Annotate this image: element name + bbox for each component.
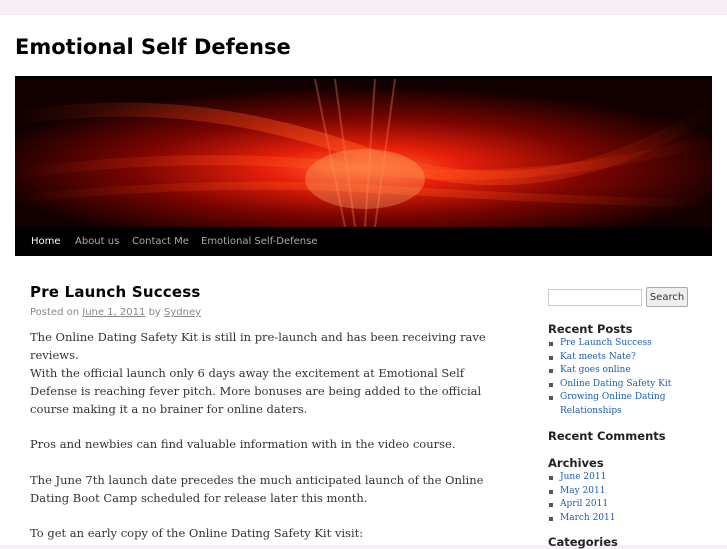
page-wrapper: Emotional Self Defense Home About us Con… [0, 15, 727, 549]
nav-item-home[interactable]: Home [31, 227, 61, 256]
list-item: April 2011 [548, 498, 698, 512]
recent-comments-heading: Recent Comments [548, 429, 666, 443]
list-item: Growing Online Dating Relationships [548, 391, 698, 418]
post-paragraph: Pros and newbies can find valuable infor… [30, 437, 456, 451]
list-item: May 2011 [548, 485, 698, 499]
archive-link[interactable]: March 2011 [560, 513, 616, 523]
bullet-icon [549, 355, 553, 360]
recent-post-link[interactable]: Pre Launch Success [560, 338, 652, 348]
recent-posts-heading: Recent Posts [548, 322, 633, 336]
archive-link[interactable]: April 2011 [560, 499, 608, 509]
archive-link[interactable]: June 2011 [560, 472, 606, 482]
recent-post-link[interactable]: Online Dating Safety Kit [560, 379, 671, 389]
bullet-icon [549, 382, 553, 387]
bullet-icon [549, 369, 553, 373]
nav-item-emotional-self-defense[interactable]: Emotional Self-Defense [201, 227, 318, 256]
post-content: Pre Launch Success Posted on June 1, 201… [30, 283, 500, 540]
archives-heading: Archives [548, 456, 604, 470]
recent-posts-list: Pre Launch Success Kat meets Nate? Kat g… [548, 337, 698, 418]
archives-list: June 2011 May 2011 April 2011 March 2011 [548, 471, 698, 525]
nav-item-contact-me[interactable]: Contact Me [132, 227, 189, 256]
post-paragraph: The Online Dating Safety Kit is still in… [30, 330, 486, 362]
bullet-icon [549, 503, 553, 507]
main-navigation: Home About us Contact Me Emotional Self-… [15, 227, 712, 256]
posted-on-label: Posted on [30, 307, 80, 318]
list-item: Pre Launch Success [548, 337, 698, 351]
bullet-icon [549, 489, 553, 494]
archive-link[interactable]: May 2011 [560, 486, 605, 496]
post-date-link[interactable]: June 1, 2011 [82, 307, 145, 318]
bullet-icon [549, 396, 553, 400]
post-paragraph: To get an early copy of the Online Datin… [30, 526, 364, 540]
post-paragraph: The June 7th launch date precedes the mu… [30, 473, 484, 505]
list-item: Kat meets Nate? [548, 351, 698, 365]
author-link[interactable]: Sydney [164, 307, 201, 318]
list-item: March 2011 [548, 512, 698, 526]
recent-post-link[interactable]: Kat goes online [560, 365, 631, 375]
list-item: Kat goes online [548, 364, 698, 378]
list-item: Online Dating Safety Kit [548, 378, 698, 392]
nav-item-about-us[interactable]: About us [75, 227, 119, 256]
post-paragraph: With the official launch only 6 days awa… [30, 366, 482, 416]
banner-graphic [15, 79, 712, 227]
recent-post-link[interactable]: Growing Online Dating Relationships [560, 392, 665, 416]
bullet-icon [549, 342, 553, 346]
list-item: June 2011 [548, 471, 698, 485]
bullet-icon [549, 516, 553, 521]
bullet-icon [549, 476, 553, 480]
by-label: by [148, 307, 161, 318]
categories-heading: Categories [548, 535, 618, 549]
search-button[interactable]: Search [646, 287, 688, 307]
entry-meta: Posted on June 1, 2011 by Sydney [30, 307, 201, 318]
site-title[interactable]: Emotional Self Defense [15, 35, 291, 59]
post-title[interactable]: Pre Launch Success [30, 283, 500, 301]
recent-post-link[interactable]: Kat meets Nate? [560, 352, 636, 362]
header-banner-image [15, 79, 712, 227]
search-input[interactable] [548, 289, 642, 306]
